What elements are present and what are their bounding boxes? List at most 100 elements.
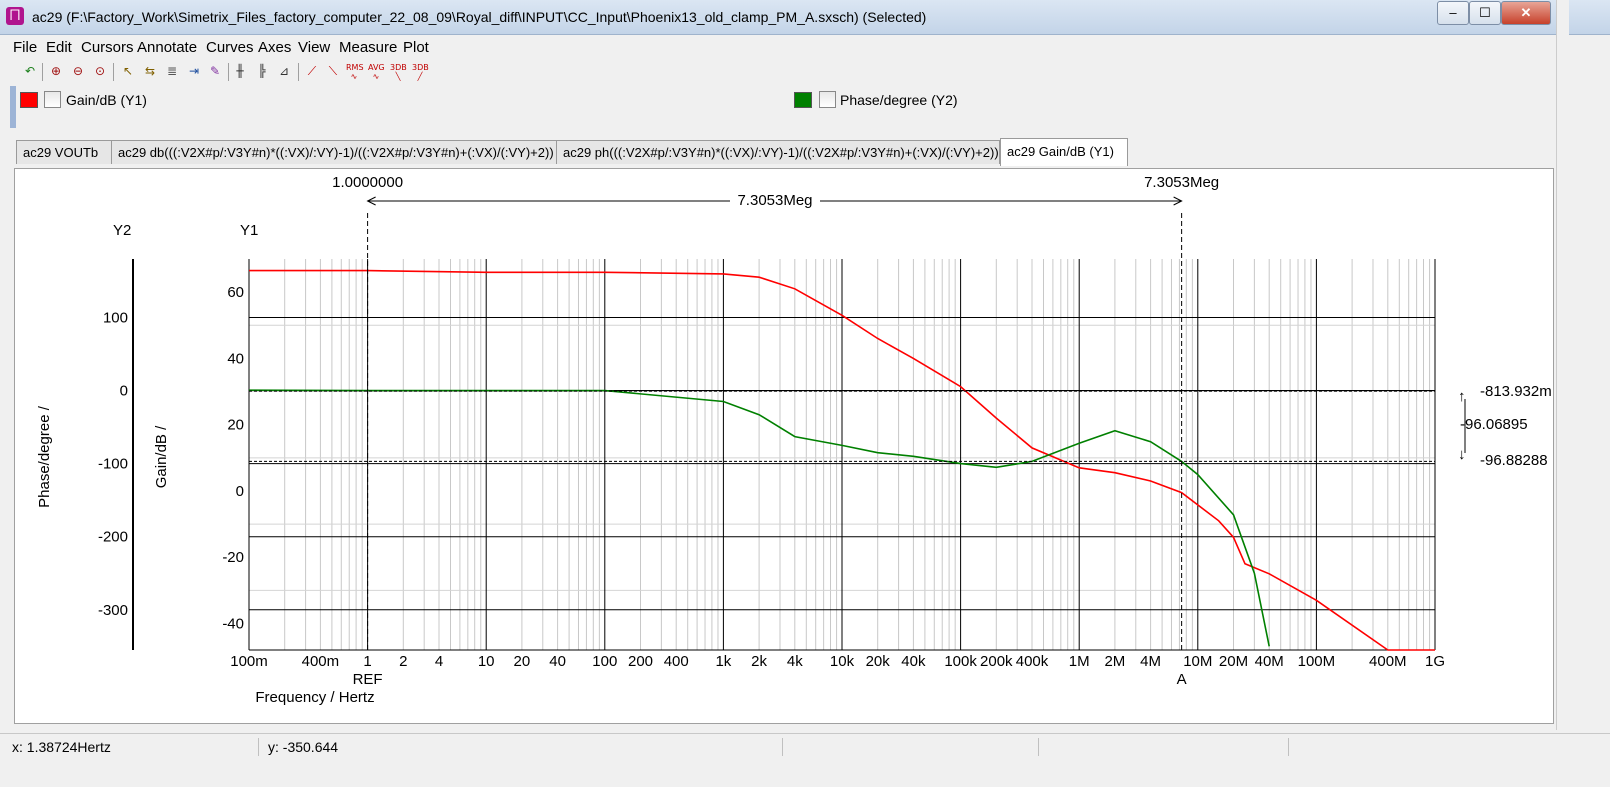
y2-axis-name: Y2 — [113, 222, 131, 239]
menu-file[interactable]: File — [13, 39, 37, 56]
y1-axis-label: Gain/dB / — [153, 425, 170, 488]
x-tick-label: 4M — [1140, 653, 1161, 670]
3db-label: 3DB — [390, 63, 407, 72]
cursor-layer: REF 1.0000000 A 7.3053Meg — [249, 174, 1466, 688]
x-tick-label: 1G — [1425, 653, 1445, 670]
curve-add-icon[interactable]: ⇥ — [186, 63, 202, 79]
menu-cursors[interactable]: Cursors — [81, 39, 134, 56]
y1-tick-label: 20 — [227, 417, 244, 434]
status-bar: x: 1.38724Hertz y: -350.644 — [0, 733, 1610, 760]
x-tick-label: 100 — [592, 653, 617, 670]
rms-label: RMS — [346, 63, 364, 72]
plot-panel[interactable]: 100m 400m 1 2 4 10 20 40 100 200 400 1k 2k 4k 10k 20k 40… — [14, 168, 1554, 724]
avg-icon[interactable]: AVG ∿ — [368, 63, 385, 81]
toolbar-separator — [228, 63, 229, 81]
toolbar: ↶ ⊕ ⊖ ⊙ ↖ ⇆ ≣ ⇥ ✎ ╫ ╠ ⊿ ⟋ ⟍ RMS ∿ AVG ∿ 3D… — [0, 59, 1610, 85]
undo-icon[interactable]: ↶ — [22, 63, 38, 79]
legend-edge — [10, 86, 16, 128]
x-tick-label: 2k — [751, 653, 767, 670]
phase-legend-label[interactable]: Phase/degree (Y2) — [840, 92, 958, 108]
x-tick-label: 100m — [230, 653, 268, 670]
right-annotation-top: -813.932m — [1480, 383, 1552, 400]
3db-icon[interactable]: 3DB ╲ — [390, 63, 407, 81]
zoom-out-icon[interactable]: ⊖ — [70, 63, 86, 79]
menu-axes[interactable]: Axes — [258, 39, 291, 56]
menu-plot[interactable]: Plot — [403, 39, 429, 56]
x-tick-label: 2 — [399, 653, 407, 670]
tab-db-expression[interactable]: ac29 db(((:V2X#p/:V3Y#n)*((:VX)/:VY)-1)/… — [111, 140, 557, 164]
cursor-ref-label: REF — [353, 671, 383, 688]
x-tick-label: 10M — [1183, 653, 1212, 670]
menu-annotate[interactable]: Annotate — [137, 39, 197, 56]
x-tick-label: 10 — [478, 653, 495, 670]
y2-tick-label: -200 — [98, 529, 128, 546]
menu-measure[interactable]: Measure — [339, 39, 397, 56]
menu-curves[interactable]: Curves — [206, 39, 254, 56]
3db-low-label: 3DB — [412, 63, 429, 72]
y2-axis-label: Phase/degree / — [36, 405, 53, 508]
3db-low-icon[interactable]: 3DB ╱ — [412, 63, 429, 81]
menu-edit[interactable]: Edit — [46, 39, 72, 56]
status-divider — [258, 738, 259, 756]
x-tick-label: 40M — [1255, 653, 1284, 670]
right-annotation-mid: -96.06895 — [1460, 416, 1528, 433]
tab-gain-db[interactable]: ac29 Gain/dB (Y1) — [1000, 138, 1128, 166]
x-tick-label: 100k — [944, 653, 977, 670]
menu-view[interactable]: View — [298, 39, 330, 56]
delta-x-label: 7.3053Meg — [737, 192, 812, 209]
y2-tick-label: -300 — [98, 602, 128, 619]
axis-scale-icon[interactable]: ⊿ — [276, 63, 292, 79]
x-tick-label: 400k — [1016, 653, 1049, 670]
axis-icon[interactable]: ╠ — [254, 63, 270, 79]
grid-icon[interactable]: ╫ — [232, 63, 248, 79]
tab-voutb[interactable]: ac29 VOUTb — [16, 140, 112, 164]
y1-tick-label: -20 — [222, 549, 244, 566]
y1-tick-label: 40 — [227, 350, 244, 367]
status-divider — [1288, 738, 1289, 756]
status-x: x: 1.38724Hertz — [12, 739, 111, 755]
toolbar-separator — [298, 63, 299, 81]
gain-legend-label[interactable]: Gain/dB (Y1) — [66, 92, 147, 108]
gain-legend-checkbox[interactable] — [44, 91, 61, 108]
cursor-a-readout: 7.3053Meg — [1144, 174, 1219, 191]
x-tick-label: 20k — [866, 653, 891, 670]
phase-legend-swatch[interactable] — [794, 92, 812, 108]
x-tick-label: 4k — [787, 653, 803, 670]
x-tick-label: 400 — [664, 653, 689, 670]
tab-ph-expression[interactable]: ac29 ph(((:V2X#p/:V3Y#n)*((:VX)/:VY)-1)/… — [556, 140, 1000, 164]
rms-icon[interactable]: RMS ∿ — [346, 63, 364, 81]
gain-legend-swatch[interactable] — [20, 92, 38, 108]
phase-legend-checkbox[interactable] — [819, 91, 836, 108]
close-button[interactable]: ✕ — [1501, 1, 1551, 25]
x-tick-label: 100M — [1298, 653, 1336, 670]
x-tick-label: 20M — [1219, 653, 1248, 670]
vertical-scrollbar[interactable] — [1556, 0, 1569, 730]
maximize-button[interactable]: ☐ — [1469, 1, 1501, 25]
x-tick-label: 400M — [1369, 653, 1407, 670]
fall-icon[interactable]: ⟍ — [325, 63, 341, 79]
minimize-button[interactable]: – — [1437, 1, 1469, 25]
label-icon[interactable]: ≣ — [164, 63, 180, 79]
x-tick-label: 1 — [363, 653, 371, 670]
zoom-in-icon[interactable]: ⊕ — [48, 63, 64, 79]
cursor-icon[interactable]: ↖ — [120, 63, 136, 79]
chart-svg[interactable]: 100m 400m 1 2 4 10 20 40 100 200 400 1k 2k 4k 10k 20k 40… — [15, 169, 1553, 723]
x-tick-label: 20 — [514, 653, 531, 670]
y2-tick-label: -100 — [98, 456, 128, 473]
x-tick-label: 1k — [715, 653, 731, 670]
title-bar: ⨅ ac29 (F:\Factory_Work\Simetrix_Files_f… — [0, 0, 1610, 35]
major-grid — [248, 259, 1436, 650]
marker-icon[interactable]: ✎ — [207, 63, 223, 79]
cursor-toggle-icon[interactable]: ⇆ — [142, 63, 158, 79]
y1-tick-label: 0 — [236, 483, 244, 500]
rise-icon[interactable]: ⟋ — [304, 63, 320, 79]
cursor-ref-readout: 1.0000000 — [332, 174, 403, 191]
zoom-full-icon[interactable]: ⊙ — [92, 63, 108, 79]
toolbar-separator — [42, 63, 43, 81]
graph-tabs: ac29 VOUTb ac29 db(((:V2X#p/:V3Y#n)*((:V… — [0, 138, 1610, 168]
app-icon: ⨅ — [6, 7, 24, 25]
window-title: ac29 (F:\Factory_Work\Simetrix_Files_fac… — [32, 9, 927, 25]
down-arrow-icon: ↓ — [1458, 446, 1466, 463]
legend-bar: Gain/dB (Y1) Phase/degree (Y2) — [0, 86, 1610, 128]
status-divider — [1038, 738, 1039, 756]
